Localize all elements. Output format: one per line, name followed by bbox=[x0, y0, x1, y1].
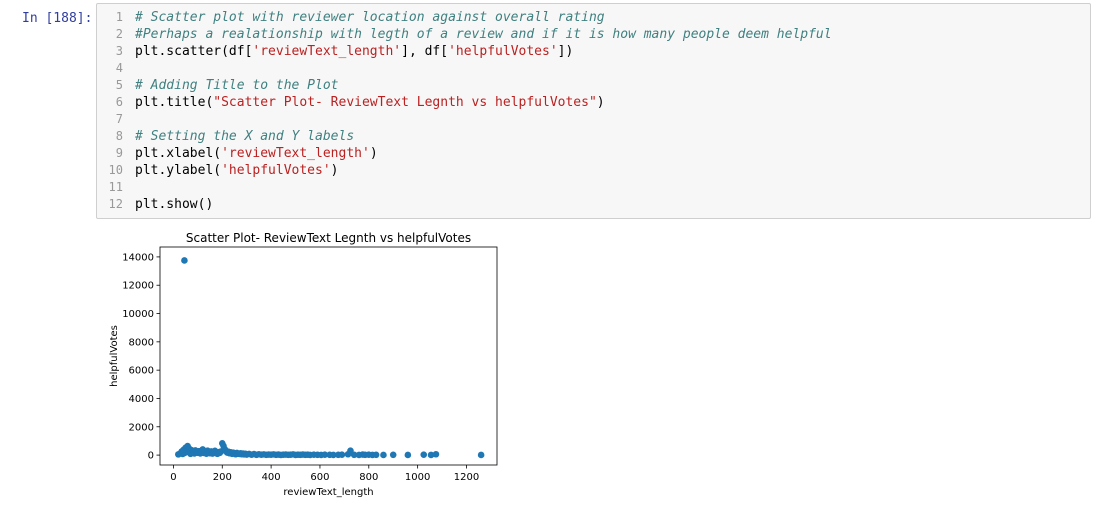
cell-prompt: In [188]: bbox=[22, 11, 93, 26]
data-point bbox=[404, 451, 412, 459]
code-string: "Scatter Plot- ReviewText Legnth vs help… bbox=[213, 95, 597, 110]
data-point bbox=[389, 451, 397, 459]
x-tick-label: 800 bbox=[359, 472, 378, 483]
line-number: 2 bbox=[115, 27, 123, 41]
y-tick-label: 6000 bbox=[129, 366, 154, 377]
code-token: ) bbox=[596, 95, 605, 110]
code-token: ) bbox=[369, 146, 378, 161]
x-tick-label: 1000 bbox=[405, 472, 430, 483]
y-tick-label: 14000 bbox=[122, 252, 154, 263]
data-point bbox=[338, 451, 346, 458]
x-tick-label: 600 bbox=[310, 472, 329, 483]
line-number: 10 bbox=[108, 163, 123, 177]
x-tick-label: 1200 bbox=[454, 472, 479, 483]
code-line: plt.scatter(df['reviewText_length'], df[… bbox=[135, 43, 832, 60]
line-number: 5 bbox=[115, 78, 123, 92]
chart-title: Scatter Plot- ReviewText Legnth vs helpf… bbox=[186, 231, 471, 245]
line-number: 12 bbox=[108, 197, 123, 211]
cell-output-figure: Scatter Plot- ReviewText Legnth vs helpf… bbox=[100, 226, 520, 510]
code-string: 'reviewText_length' bbox=[221, 146, 370, 161]
data-point bbox=[432, 450, 440, 458]
code-comment: # Scatter plot with reviewer location ag… bbox=[135, 10, 605, 25]
line-number: 7 bbox=[115, 112, 123, 126]
data-point bbox=[420, 451, 428, 458]
code-line: # Scatter plot with reviewer location ag… bbox=[135, 9, 832, 26]
data-point bbox=[181, 257, 188, 264]
code-line: # Setting the X and Y labels bbox=[135, 128, 832, 145]
line-number: 3 bbox=[115, 44, 123, 58]
code-token: plt.ylabel( bbox=[135, 163, 222, 178]
y-tick-label: 0 bbox=[148, 451, 154, 462]
code-token: plt.show() bbox=[135, 197, 214, 212]
code-string: 'helpfulVotes' bbox=[448, 44, 558, 59]
code-line: plt.ylabel('helpfulVotes') bbox=[135, 162, 832, 179]
code-string: 'helpfulVotes' bbox=[221, 163, 331, 178]
code-line: # Adding Title to the Plot bbox=[135, 77, 832, 94]
code-token: plt.title( bbox=[135, 95, 214, 110]
code-token: plt.xlabel( bbox=[135, 146, 222, 161]
data-point bbox=[380, 451, 387, 459]
y-tick-label: 2000 bbox=[129, 422, 154, 433]
code-line: plt.show() bbox=[135, 196, 832, 213]
code-line: plt.title("Scatter Plot- ReviewText Legn… bbox=[135, 94, 832, 111]
code-comment: #Perhaps a realationship with legth of a… bbox=[135, 27, 832, 42]
scatter-plot: Scatter Plot- ReviewText Legnth vs helpf… bbox=[109, 231, 498, 498]
line-number: 1 bbox=[115, 10, 123, 24]
code-string: 'reviewText_length' bbox=[252, 44, 402, 59]
y-tick-label: 4000 bbox=[129, 394, 154, 405]
line-number: 11 bbox=[108, 180, 123, 194]
code-token: ) bbox=[330, 163, 339, 178]
line-number-gutter: 1 2 3 4 5 6 7 8 9 10 11 12 bbox=[97, 9, 123, 213]
code-line: plt.xlabel('reviewText_length') bbox=[135, 145, 832, 162]
x-tick-label: 200 bbox=[213, 472, 232, 483]
line-number: 6 bbox=[115, 95, 123, 109]
data-point bbox=[372, 451, 380, 459]
code-token: ], df[ bbox=[401, 44, 449, 59]
line-number: 9 bbox=[115, 146, 123, 160]
x-axis-label: reviewText_length bbox=[283, 487, 373, 498]
code-cell-input[interactable]: 1 2 3 4 5 6 7 8 9 10 11 12 # Scatter plot with revi… bbox=[96, 3, 1091, 219]
y-axis-label: helpfulVotes bbox=[109, 325, 120, 387]
code-token: plt.scatter(df[ bbox=[135, 44, 253, 59]
plot-frame bbox=[159, 246, 498, 466]
line-number: 4 bbox=[115, 61, 123, 75]
code-line: #Perhaps a realationship with legth of a… bbox=[135, 26, 832, 43]
code-comment: # Setting the X and Y labels bbox=[135, 129, 355, 144]
y-tick-label: 10000 bbox=[122, 309, 154, 320]
y-tick-label: 8000 bbox=[129, 337, 154, 348]
code-token: ]) bbox=[557, 44, 574, 59]
code-comment: # Adding Title to the Plot bbox=[135, 78, 339, 93]
data-point bbox=[477, 451, 485, 459]
x-tick-label: 0 bbox=[170, 472, 176, 483]
y-tick-label: 12000 bbox=[122, 281, 154, 292]
line-number: 8 bbox=[115, 129, 123, 143]
x-tick-label: 400 bbox=[262, 472, 281, 483]
code-editor[interactable]: # Scatter plot with reviewer location ag… bbox=[135, 9, 832, 213]
